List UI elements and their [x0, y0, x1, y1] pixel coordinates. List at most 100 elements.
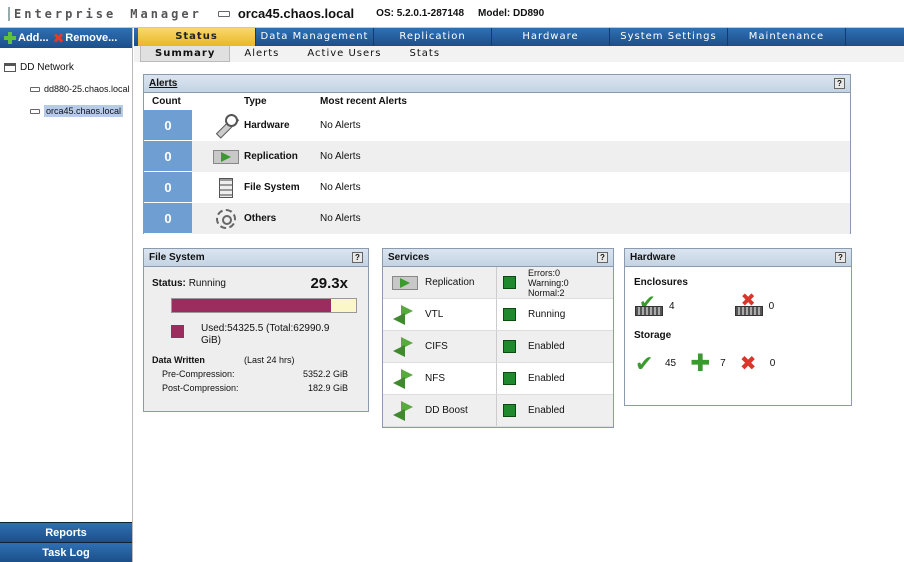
- brand-word-1: Enterprise: [8, 6, 116, 21]
- storage-spare[interactable]: ✚ 7: [690, 349, 726, 378]
- service-row-vtl[interactable]: VTL Running: [383, 299, 613, 331]
- post-compression-row: Post-Compression: 182.9 GiB: [162, 383, 348, 393]
- service-row-cifs[interactable]: CIFS Enabled: [383, 331, 613, 363]
- hardware-panel-title: Hardware: [630, 252, 676, 263]
- os-version: OS: 5.2.0.1-287148: [376, 8, 465, 19]
- data-written-label: Data Written: [152, 355, 205, 365]
- gear-icon: [216, 208, 236, 229]
- help-icon[interactable]: ?: [597, 252, 608, 263]
- nav-toolbar: Add... ✖ Remove...: [0, 28, 132, 48]
- alert-count[interactable]: 0: [144, 203, 192, 234]
- enclosures-failed[interactable]: 0: [734, 290, 774, 316]
- title-bar: Enterprise Manager orca45.chaos.local OS…: [0, 0, 904, 28]
- services-panel-header: Services ?: [383, 249, 613, 267]
- alert-type: File System: [244, 182, 300, 193]
- enclosures-ok[interactable]: 4: [635, 290, 675, 316]
- tab-hardware[interactable]: Hardware: [492, 28, 610, 46]
- remove-system-button[interactable]: ✖ Remove...: [53, 30, 118, 47]
- alert-message: No Alerts: [320, 182, 361, 193]
- hardware-panel-header: Hardware ?: [625, 249, 851, 267]
- service-status: Enabled: [528, 405, 565, 416]
- enclosure-failed-icon: [734, 290, 763, 316]
- system-icon: [30, 86, 40, 92]
- tab-data-management[interactable]: Data Management: [256, 28, 374, 46]
- status-indicator: [503, 308, 516, 321]
- brand-word-2: Manager: [130, 6, 202, 21]
- help-icon[interactable]: ?: [834, 78, 845, 89]
- tab-status[interactable]: Status: [138, 28, 256, 46]
- status-indicator: [503, 372, 516, 385]
- replication-icon: [213, 149, 239, 164]
- used-text: Used:54325.5 (Total:62990.9 GiB): [201, 323, 330, 346]
- disk-spare-icon: ✚: [690, 350, 711, 377]
- plus-icon: [4, 32, 16, 44]
- tree-item-system-selected[interactable]: orca45.chaos.local: [0, 102, 132, 120]
- fs-status: Status: Running: [152, 278, 226, 289]
- disk-in-use-icon: ✔: [635, 350, 654, 376]
- service-arrows-icon: [393, 368, 417, 389]
- file-system-panel: File System ? Status: Running 29.3x Used…: [143, 248, 369, 412]
- subtab-active-users[interactable]: Active Users: [293, 46, 395, 62]
- enclosures-label: Enclosures: [634, 277, 688, 288]
- service-name: CIFS: [425, 341, 448, 352]
- status-indicator: [503, 276, 516, 289]
- main-tabs: Status Data Management Replication Hardw…: [134, 28, 904, 46]
- subtab-stats[interactable]: Stats: [396, 46, 455, 62]
- alert-count[interactable]: 0: [144, 110, 192, 141]
- network-icon: [4, 62, 16, 72]
- usage-bar-fill: [172, 299, 331, 312]
- enclosure-ok-icon: [635, 290, 663, 316]
- column-count: Count: [152, 96, 181, 107]
- alert-message: No Alerts: [320, 151, 361, 162]
- alert-row-replication: 0 Replication No Alerts: [144, 141, 850, 172]
- tab-maintenance[interactable]: Maintenance: [728, 28, 846, 46]
- alert-row-hardware: 0 Hardware No Alerts: [144, 110, 850, 141]
- replication-icon: [392, 275, 418, 290]
- close-icon: ✖: [52, 29, 65, 46]
- tree-item-system[interactable]: dd880-25.chaos.local: [0, 80, 132, 98]
- task-log-button[interactable]: Task Log: [0, 542, 132, 562]
- service-row-dd-boost[interactable]: DD Boost Enabled: [383, 395, 613, 427]
- service-status: Running: [528, 309, 566, 320]
- alert-count[interactable]: 0: [144, 141, 192, 172]
- alert-type: Replication: [244, 151, 298, 162]
- file-system-panel-title: File System: [149, 252, 205, 263]
- tab-replication[interactable]: Replication: [374, 28, 492, 46]
- alert-message: No Alerts: [320, 120, 361, 131]
- add-system-button[interactable]: Add...: [4, 32, 49, 44]
- service-name: VTL: [425, 309, 444, 320]
- pre-compression-row: Pre-Compression: 5352.2 GiB: [162, 369, 348, 379]
- service-row-replication[interactable]: Replication Errors:0 Warning:0 Normal:2: [383, 267, 613, 299]
- subtab-summary[interactable]: Summary: [140, 46, 231, 62]
- alert-row-file-system: 0 File System No Alerts: [144, 172, 850, 203]
- services-panel-title: Services: [388, 252, 430, 263]
- enclosures-row: 4 0: [625, 288, 851, 316]
- tree-root-dd-network[interactable]: DD Network: [0, 58, 132, 76]
- status-indicator: [503, 340, 516, 353]
- service-arrows-icon: [393, 304, 417, 325]
- service-status: Enabled: [528, 373, 565, 384]
- subtab-alerts[interactable]: Alerts: [230, 46, 293, 62]
- storage-failed[interactable]: ✖ 0: [740, 351, 776, 376]
- reports-button[interactable]: Reports: [0, 522, 132, 542]
- alerts-panel-title[interactable]: Alerts: [149, 78, 177, 89]
- service-arrows-icon: [393, 336, 417, 357]
- sub-tabs: Summary Alerts Active Users Stats: [134, 46, 904, 62]
- alert-count[interactable]: 0: [144, 172, 192, 203]
- alerts-table-header: Count Type Most recent Alerts: [144, 93, 850, 110]
- help-icon[interactable]: ?: [352, 252, 363, 263]
- compression-ratio: 29.3x: [310, 275, 348, 292]
- hardware-panel: Hardware ? Enclosures 4 0 Storage ✔ 45 ✚…: [624, 248, 852, 406]
- alerts-panel: Alerts ? Count Type Most recent Alerts 0…: [143, 74, 851, 234]
- tab-system-settings[interactable]: System Settings: [610, 28, 728, 46]
- system-icon: [217, 10, 230, 17]
- service-name: DD Boost: [425, 405, 468, 416]
- storage-in-use[interactable]: ✔ 45: [635, 351, 676, 377]
- used-legend-swatch: [171, 325, 184, 338]
- help-icon[interactable]: ?: [835, 252, 846, 263]
- system-icon: [30, 108, 40, 114]
- disk-failed-icon: ✖: [739, 353, 757, 375]
- service-name: Replication: [425, 277, 475, 288]
- alert-type: Hardware: [244, 120, 290, 131]
- service-row-nfs[interactable]: NFS Enabled: [383, 363, 613, 395]
